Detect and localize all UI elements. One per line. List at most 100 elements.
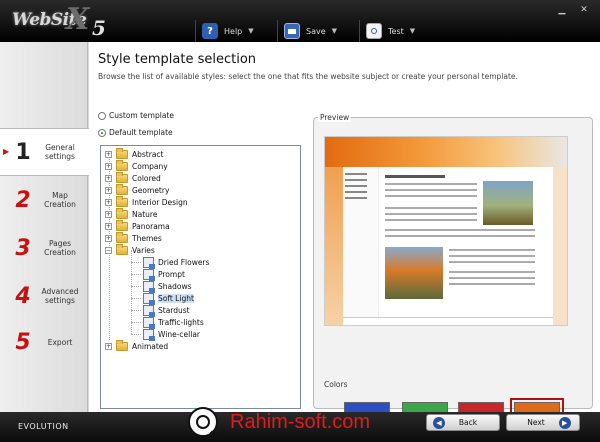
steps-sidebar: ▶ 1 General settings 2 Map Creation 3 Pa… bbox=[0, 42, 89, 412]
template-icon bbox=[143, 280, 155, 293]
tree-item-nature[interactable]: + Nature bbox=[105, 207, 157, 220]
step-number: 3 bbox=[15, 235, 31, 261]
page-subtitle: Browse the list of available styles: sel… bbox=[98, 72, 518, 81]
template-preview-image bbox=[324, 136, 568, 326]
template-tree[interactable]: + Abstract + Company + Colored + Geometr… bbox=[100, 145, 301, 409]
main-panel: Style template selection Browse the list… bbox=[89, 42, 600, 423]
sidebar-item-general-settings[interactable]: ▶ 1 General settings bbox=[0, 128, 89, 176]
tree-item-wine-cellar[interactable]: Wine-cellar bbox=[143, 328, 200, 341]
folder-icon bbox=[116, 183, 128, 195]
page-title: Style template selection bbox=[98, 52, 257, 67]
expand-icon[interactable]: + bbox=[105, 222, 112, 230]
template-icon bbox=[143, 304, 155, 317]
expand-icon[interactable]: + bbox=[105, 234, 112, 242]
template-icon bbox=[143, 268, 155, 281]
template-icon bbox=[143, 292, 155, 305]
custom-template-option[interactable]: Custom template bbox=[98, 111, 174, 120]
save-button[interactable]: Save ▼ bbox=[277, 20, 359, 42]
expand-icon[interactable]: + bbox=[105, 162, 112, 170]
preview-photo bbox=[483, 181, 533, 225]
expand-icon[interactable]: + bbox=[105, 210, 112, 218]
save-label: Save bbox=[306, 26, 326, 36]
step-label: General settings bbox=[45, 143, 75, 161]
expand-icon[interactable]: + bbox=[105, 186, 112, 194]
folder-icon bbox=[116, 219, 128, 231]
expand-icon[interactable]: + bbox=[105, 342, 112, 350]
save-icon bbox=[284, 23, 300, 39]
folder-icon bbox=[116, 339, 128, 351]
sidebar-item-advanced-settings[interactable]: 4 Advanced settings bbox=[0, 272, 88, 320]
default-template-radio[interactable] bbox=[98, 128, 106, 137]
back-button[interactable]: ◀ Back bbox=[426, 414, 500, 431]
test-label: Test bbox=[388, 26, 404, 36]
step-number: 5 bbox=[15, 329, 31, 355]
next-arrow-icon: ▶ bbox=[558, 416, 571, 429]
tree-item-colored[interactable]: + Colored bbox=[105, 171, 161, 184]
preview-panel: Preview Colors bbox=[313, 113, 593, 423]
collapse-icon[interactable]: − bbox=[105, 246, 112, 254]
tree-item-abstract[interactable]: + Abstract bbox=[105, 147, 163, 160]
step-label: Advanced settings bbox=[41, 287, 79, 305]
folder-icon bbox=[116, 159, 128, 171]
sidebar-item-pages-creation[interactable]: 3 Pages Creation bbox=[0, 224, 88, 272]
edition-label: EVOLUTION bbox=[18, 422, 69, 431]
close-icon[interactable]: ✕ bbox=[576, 4, 592, 16]
back-label: Back bbox=[458, 418, 478, 427]
expand-icon[interactable]: + bbox=[105, 198, 112, 206]
next-button[interactable]: Next ▶ bbox=[506, 414, 580, 431]
logo-x: X bbox=[66, 2, 90, 37]
step-label: Export bbox=[47, 337, 73, 347]
folder-icon bbox=[116, 195, 128, 207]
step-number: 4 bbox=[15, 283, 31, 309]
current-step-arrow-icon: ▶ bbox=[3, 147, 10, 156]
toolbar: ? Help ▼ Save ▼ Test ▼ bbox=[195, 20, 441, 42]
sidebar-item-export[interactable]: 5 Export bbox=[0, 318, 88, 366]
preview-photo bbox=[385, 247, 443, 299]
tree-item-stardust[interactable]: Stardust bbox=[143, 304, 190, 317]
tree-item-varies[interactable]: − Varies bbox=[105, 243, 155, 256]
tree-item-prompt[interactable]: Prompt bbox=[143, 268, 185, 281]
chevron-down-icon[interactable]: ▼ bbox=[248, 27, 253, 35]
folder-open-icon bbox=[116, 243, 128, 255]
watermark: Rahim-soft.com bbox=[188, 402, 370, 442]
tree-item-traffic-lights[interactable]: Traffic-lights bbox=[143, 316, 204, 329]
expand-icon[interactable]: + bbox=[105, 150, 112, 158]
step-label: Map Creation bbox=[44, 191, 76, 209]
tree-item-interior-design[interactable]: + Interior Design bbox=[105, 195, 188, 208]
tree-item-dried-flowers[interactable]: Dried Flowers bbox=[143, 256, 209, 269]
chevron-down-icon[interactable]: ▼ bbox=[332, 27, 337, 35]
step-number: 1 bbox=[15, 139, 31, 165]
custom-template-radio[interactable] bbox=[98, 111, 106, 120]
back-arrow-icon: ◀ bbox=[432, 416, 445, 429]
sidebar-item-map-creation[interactable]: 2 Map Creation bbox=[0, 176, 88, 224]
folder-icon bbox=[116, 207, 128, 219]
test-button[interactable]: Test ▼ bbox=[359, 20, 441, 42]
template-icon bbox=[143, 328, 155, 341]
folder-icon bbox=[116, 147, 128, 159]
magnifier-icon bbox=[188, 407, 220, 440]
help-button[interactable]: ? Help ▼ bbox=[195, 20, 277, 42]
chevron-down-icon[interactable]: ▼ bbox=[410, 27, 415, 35]
preview-label: Preview bbox=[318, 113, 352, 122]
help-label: Help bbox=[224, 26, 243, 36]
template-icon bbox=[143, 256, 155, 269]
tree-item-animated[interactable]: + Animated bbox=[105, 339, 168, 352]
tree-item-geometry[interactable]: + Geometry bbox=[105, 183, 169, 196]
title-bar: WebSite X 5 ▁ ✕ ? Help ▼ Save ▼ Test ▼ bbox=[0, 0, 600, 42]
window-controls: ▁ ✕ bbox=[554, 4, 592, 16]
tree-item-themes[interactable]: + Themes bbox=[105, 231, 162, 244]
help-icon: ? bbox=[202, 23, 218, 39]
custom-template-label: Custom template bbox=[109, 111, 174, 120]
tree-item-panorama[interactable]: + Panorama bbox=[105, 219, 170, 232]
default-template-option[interactable]: Default template bbox=[98, 128, 173, 137]
folder-icon bbox=[116, 231, 128, 243]
minimize-icon[interactable]: ▁ bbox=[554, 4, 570, 16]
tree-item-company[interactable]: + Company bbox=[105, 159, 168, 172]
step-number: 2 bbox=[15, 187, 31, 213]
tree-item-soft-light[interactable]: Soft Light bbox=[143, 292, 194, 305]
tree-item-shadows[interactable]: Shadows bbox=[143, 280, 192, 293]
expand-icon[interactable]: + bbox=[105, 174, 112, 182]
colors-label: Colors bbox=[324, 380, 348, 389]
logo-version: 5 bbox=[92, 16, 106, 40]
watermark-text: Rahim-soft.com bbox=[230, 410, 371, 433]
